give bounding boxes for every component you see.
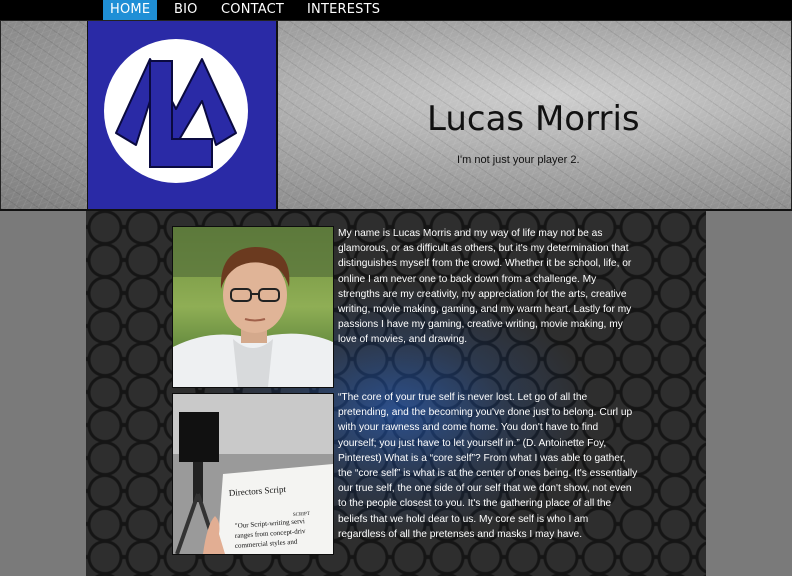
nav-bio[interactable]: BIO [174,0,198,20]
nav-home[interactable]: HOME [103,0,158,20]
core-self-paragraph: “The core of your true self is never los… [338,392,638,540]
bio-paragraph: My name is Lucas Morris and my way of li… [338,228,632,346]
site-tagline: I'm not just your player 2. [457,154,580,166]
nav-contact[interactable]: CONTACT [221,0,284,20]
header-banner: Lucas Morris I'm not just your player 2. [0,20,792,210]
top-nav: HOME BIO CONTACT INTERESTS [0,0,792,20]
logo-box [87,21,278,209]
lm-logo-icon [104,39,248,183]
nav-interests[interactable]: INTERESTS [307,0,380,20]
site-title: Lucas Morris [427,99,640,139]
director-script-photo: Directors Script SCRIPT "Our Script-writ… [172,393,334,555]
main-content: My name is Lucas Morris and my way of li… [86,211,706,576]
portrait-photo [172,226,334,388]
